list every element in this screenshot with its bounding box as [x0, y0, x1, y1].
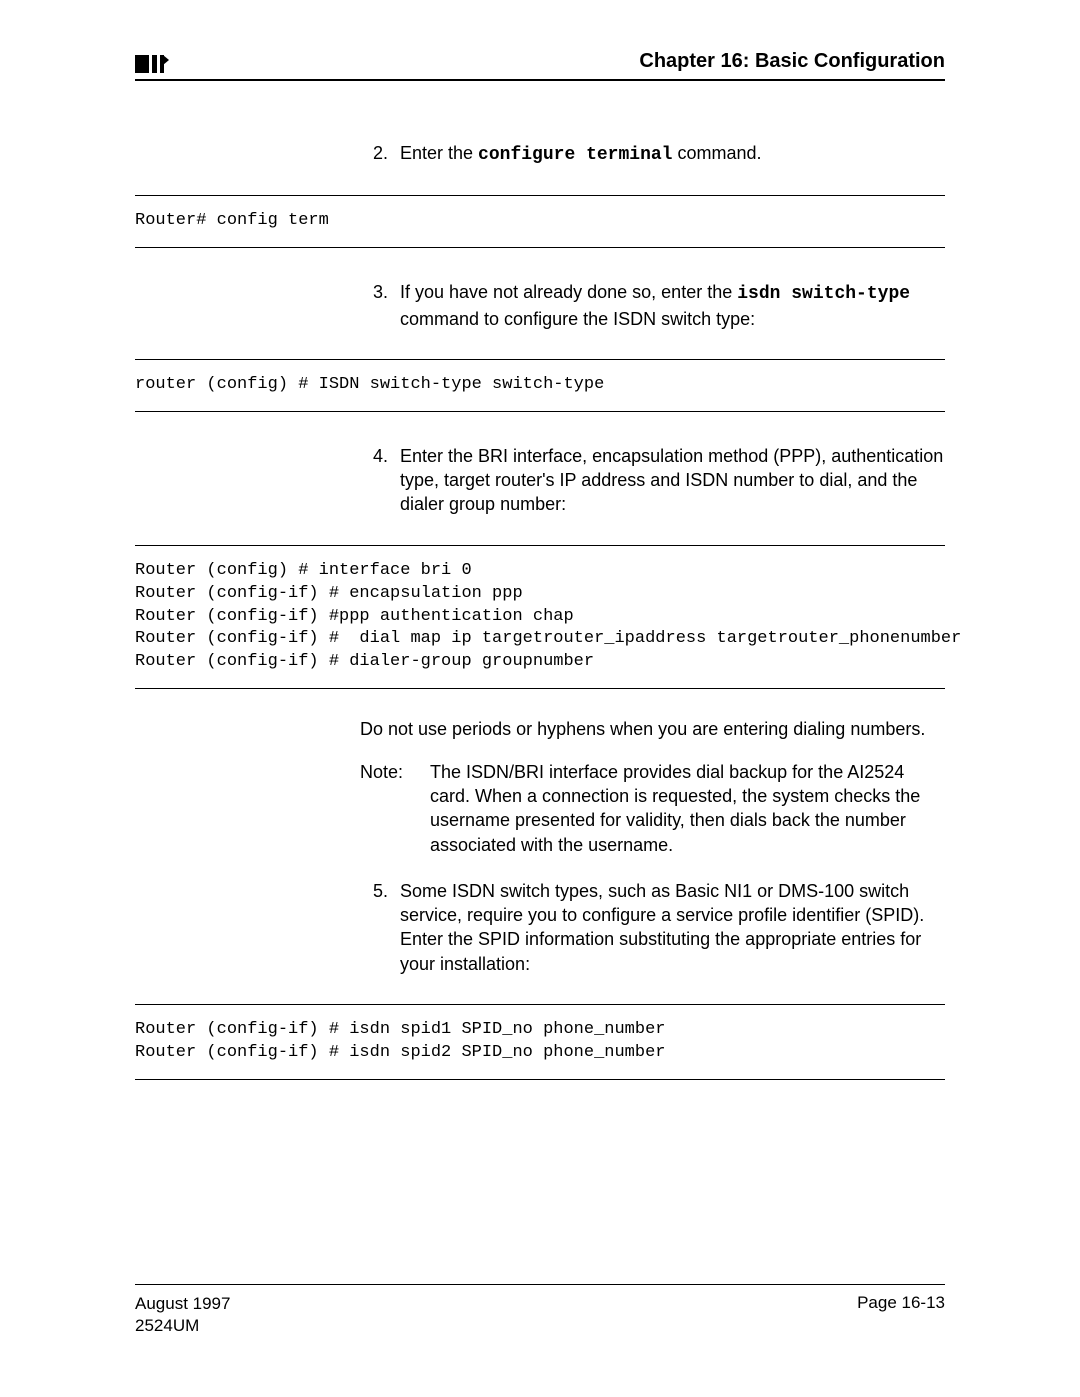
- code-block-5: Router (config-if) # isdn spid1 SPID_no …: [135, 1004, 945, 1080]
- note-body: The ISDN/BRI interface provides dial bac…: [430, 760, 945, 857]
- page-header: Chapter 16: Basic Configuration: [135, 50, 945, 81]
- step-2-post: command.: [672, 143, 761, 163]
- note-block: Note: The ISDN/BRI interface provides di…: [360, 760, 945, 857]
- footer-doc: 2524UM: [135, 1315, 230, 1337]
- step-3-post: command to configure the ISDN switch typ…: [400, 309, 755, 329]
- step-3-cmd: isdn switch-type: [737, 284, 910, 304]
- footer-date: August 1997: [135, 1293, 230, 1315]
- page: Chapter 16: Basic Configuration 2. Enter…: [0, 0, 1080, 1397]
- dialing-note: Do not use periods or hyphens when you a…: [360, 717, 945, 741]
- step-number: 5.: [360, 879, 400, 976]
- code-block-2: Router# config term: [135, 195, 945, 248]
- code-block-4: Router (config) # interface bri 0 Router…: [135, 545, 945, 690]
- step-body: Enter the BRI interface, encapsulation m…: [400, 444, 945, 517]
- step-3-pre: If you have not already done so, enter t…: [400, 282, 737, 302]
- step-5: 5. Some ISDN switch types, such as Basic…: [360, 879, 945, 976]
- step-body: If you have not already done so, enter t…: [400, 280, 945, 331]
- step-4: 4. Enter the BRI interface, encapsulatio…: [360, 444, 945, 517]
- step-2-pre: Enter the: [400, 143, 478, 163]
- step-number: 4.: [360, 444, 400, 517]
- step-3: 3. If you have not already done so, ente…: [360, 280, 945, 331]
- step-2-cmd: configure terminal: [478, 145, 672, 165]
- step-number: 3.: [360, 280, 400, 331]
- step-body: Enter the configure terminal command.: [400, 141, 945, 167]
- footer-left: August 1997 2524UM: [135, 1293, 230, 1337]
- note-label: Note:: [360, 760, 430, 857]
- step-number: 2.: [360, 141, 400, 167]
- publisher-logo-icon: [135, 53, 167, 73]
- chapter-title: Chapter 16: Basic Configuration: [639, 50, 945, 73]
- step-2: 2. Enter the configure terminal command.: [360, 141, 945, 167]
- code-block-3: router (config) # ISDN switch-type switc…: [135, 359, 945, 412]
- step-body: Some ISDN switch types, such as Basic NI…: [400, 879, 945, 976]
- page-footer: August 1997 2524UM Page 16-13: [135, 1284, 945, 1337]
- footer-page: Page 16-13: [857, 1293, 945, 1337]
